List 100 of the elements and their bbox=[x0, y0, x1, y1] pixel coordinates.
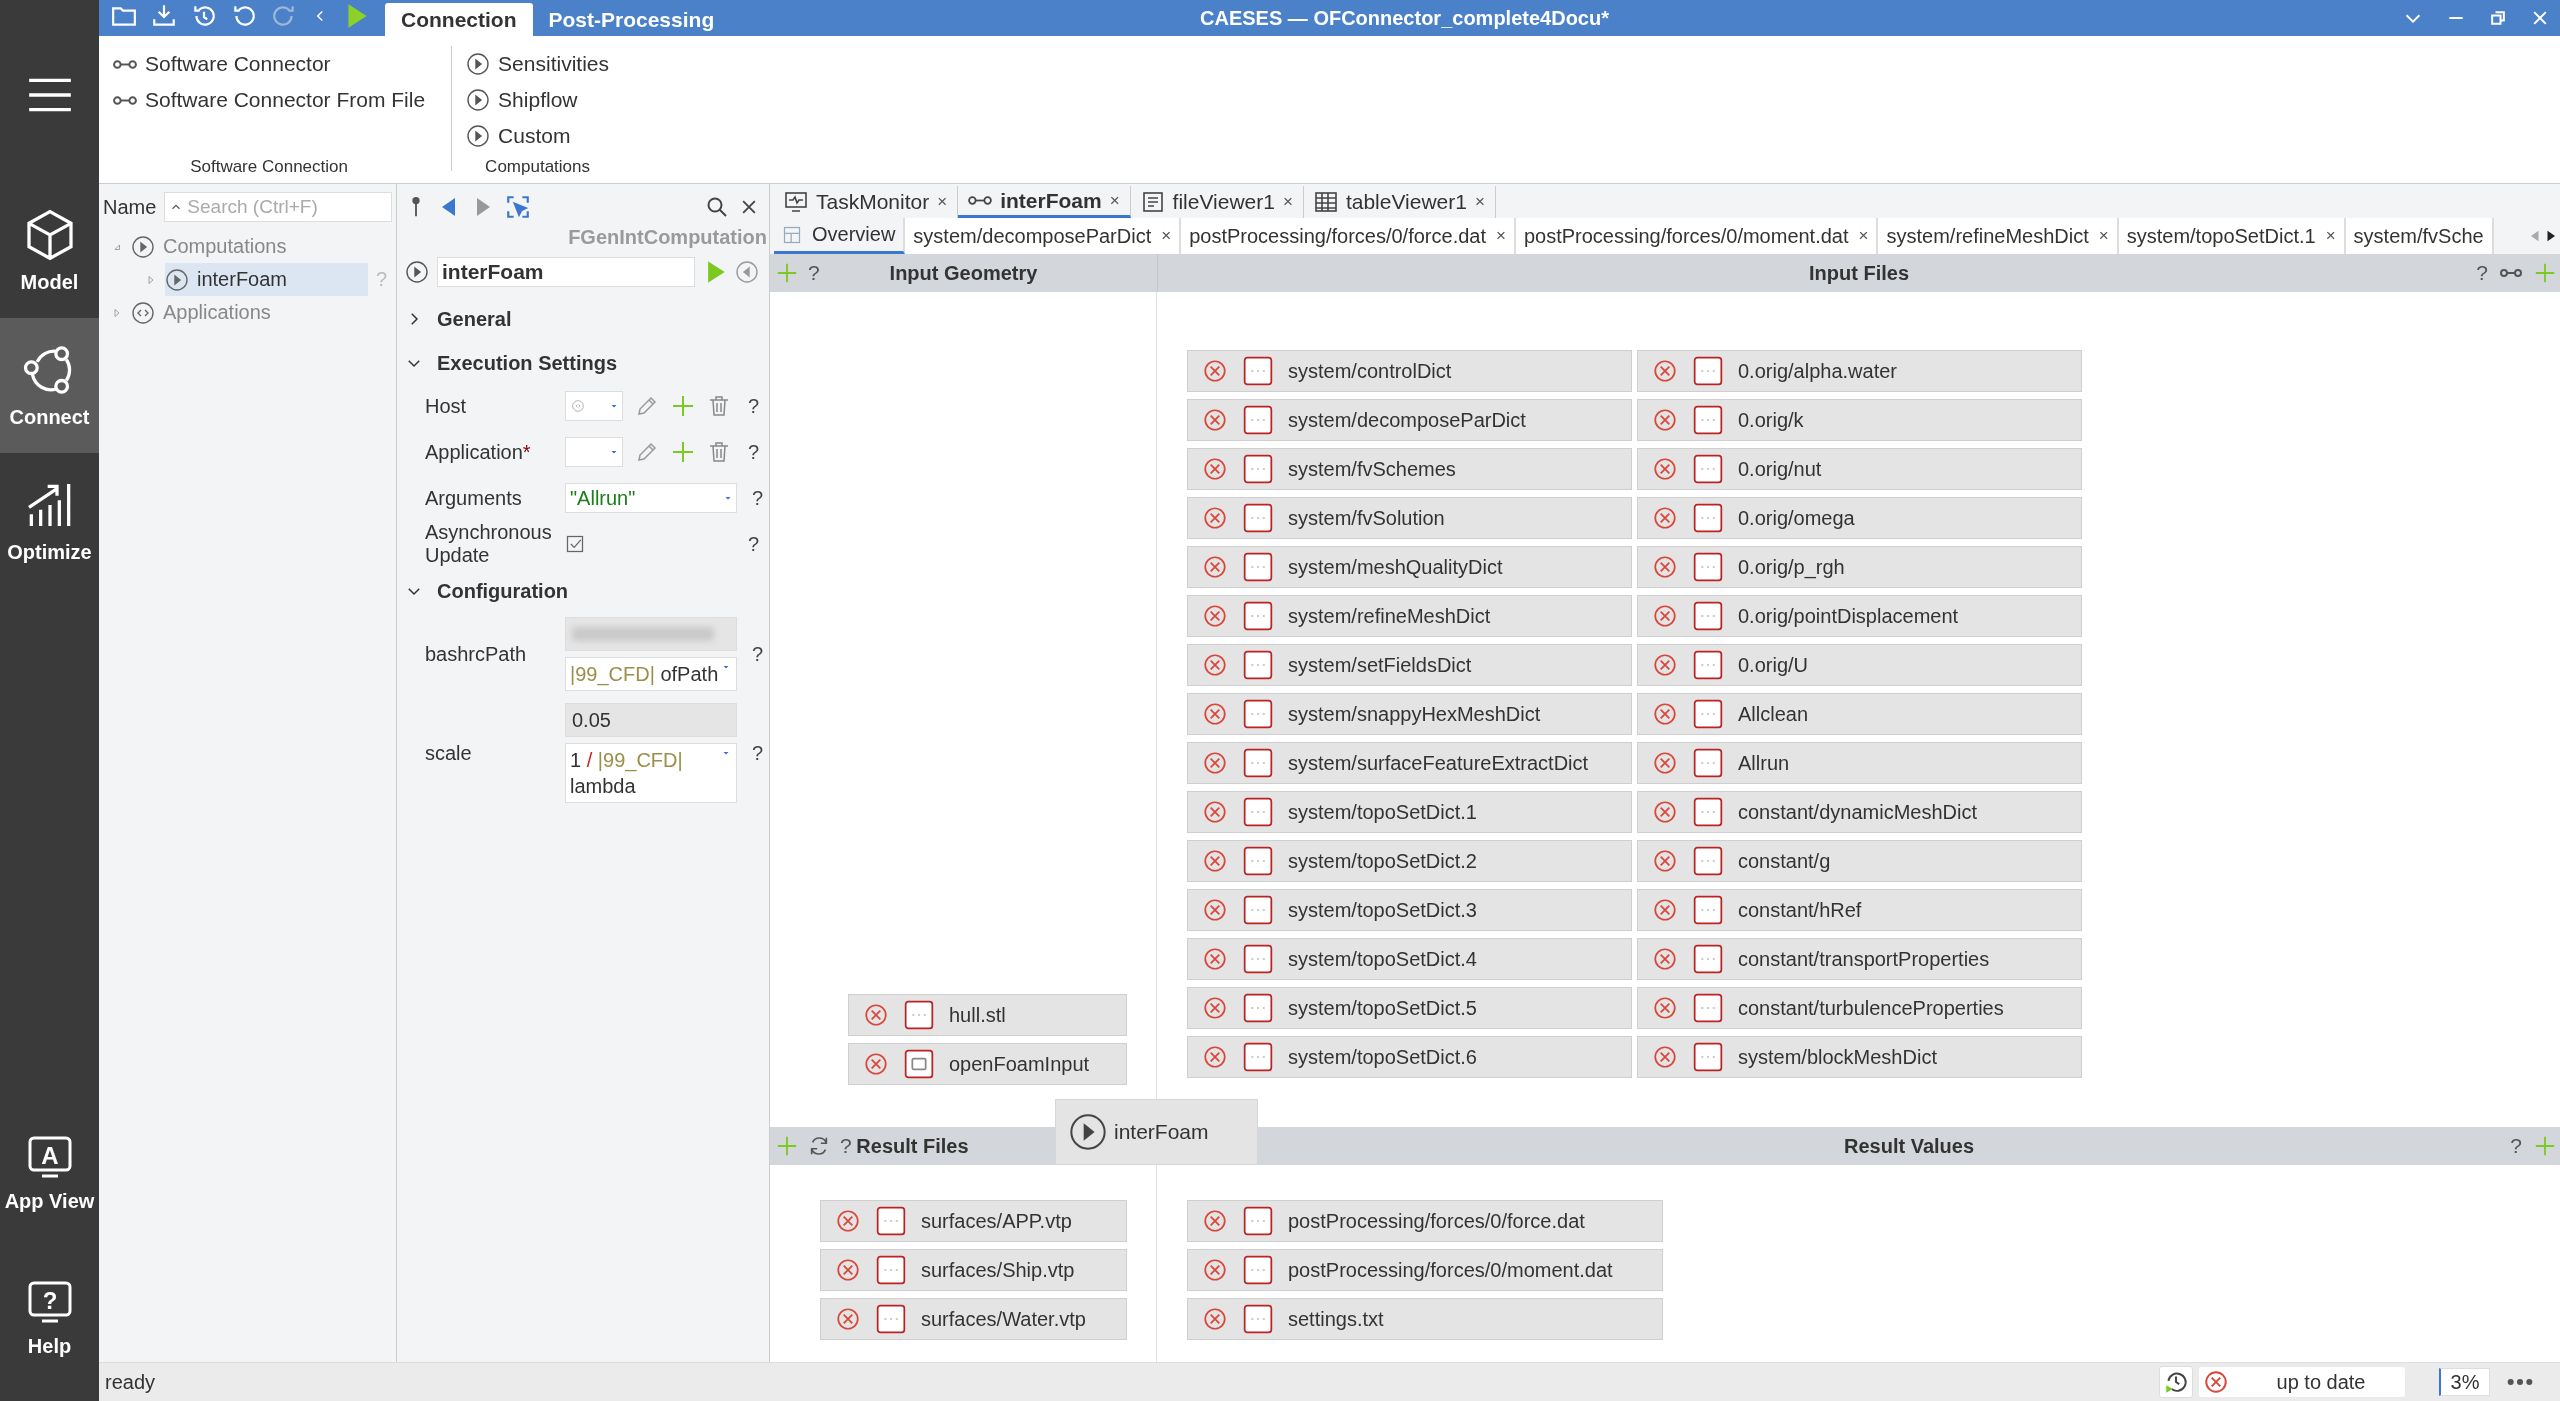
remove-icon[interactable] bbox=[1202, 1208, 1228, 1234]
result-value-item[interactable]: settings.txt bbox=[1187, 1298, 1663, 1340]
remove-icon[interactable] bbox=[1202, 1306, 1228, 1332]
refresh-icon[interactable] bbox=[808, 1135, 830, 1157]
geometry-item[interactable]: openFoamInput bbox=[848, 1043, 1127, 1085]
remove-icon[interactable] bbox=[1652, 1044, 1678, 1070]
input-file-item[interactable]: system/fvSolution bbox=[1187, 497, 1632, 539]
remove-icon[interactable] bbox=[1202, 603, 1228, 629]
remove-icon[interactable] bbox=[1202, 750, 1228, 776]
input-file-item[interactable]: system/refineMeshDict bbox=[1187, 595, 1632, 637]
input-file-item[interactable]: constant/transportProperties bbox=[1637, 938, 2082, 980]
name-field[interactable]: interFoam bbox=[437, 257, 695, 287]
input-file-item[interactable]: 0.orig/nut bbox=[1637, 448, 2082, 490]
view-tab[interactable]: system/refineMeshDict × bbox=[1878, 218, 2119, 254]
edit-icon[interactable] bbox=[635, 394, 659, 418]
delete-icon[interactable] bbox=[707, 394, 731, 418]
sidebar-item[interactable]: Model bbox=[0, 183, 99, 318]
help-mark[interactable]: ? bbox=[733, 532, 759, 556]
back-circle-icon[interactable] bbox=[735, 260, 759, 284]
view-tab[interactable]: system/topoSetDict.1 × bbox=[2118, 218, 2346, 254]
remove-icon[interactable] bbox=[1652, 799, 1678, 825]
help-mark[interactable]: ? bbox=[733, 440, 759, 464]
remove-icon[interactable] bbox=[1652, 407, 1678, 433]
help-mark[interactable]: ? bbox=[840, 1134, 852, 1158]
input-file-item[interactable]: constant/g bbox=[1637, 840, 2082, 882]
remove-icon[interactable] bbox=[1202, 456, 1228, 482]
remove-icon[interactable] bbox=[1652, 897, 1678, 923]
help-mark[interactable]: ? bbox=[733, 394, 759, 418]
close-mark[interactable]: × bbox=[1496, 226, 1506, 246]
remove-icon[interactable] bbox=[1202, 701, 1228, 727]
connector-icon[interactable] bbox=[2500, 269, 2522, 277]
add-icon[interactable] bbox=[671, 440, 695, 464]
remove-icon[interactable] bbox=[1652, 456, 1678, 482]
remove-icon[interactable] bbox=[1652, 848, 1678, 874]
add-icon[interactable] bbox=[671, 394, 695, 418]
input-file-item[interactable]: system/meshQualityDict bbox=[1187, 546, 1632, 588]
result-file-item[interactable]: surfaces/Water.vtp bbox=[820, 1298, 1127, 1340]
input-file-item[interactable]: 0.orig/pointDisplacement bbox=[1637, 595, 2082, 637]
result-file-item[interactable]: surfaces/APP.vtp bbox=[820, 1200, 1127, 1242]
view-tab[interactable]: postProcessing/forces/0/force.dat × bbox=[1181, 218, 1516, 254]
close-mark[interactable]: × bbox=[1282, 192, 1293, 212]
help-mark[interactable]: ? bbox=[737, 741, 763, 765]
help-mark[interactable]: ? bbox=[2510, 1134, 2522, 1158]
input-file-item[interactable]: constant/dynamicMeshDict bbox=[1637, 791, 2082, 833]
help-mark[interactable]: ? bbox=[808, 261, 820, 285]
tree-item[interactable]: interFoam bbox=[165, 263, 368, 296]
remove-icon[interactable] bbox=[1202, 946, 1228, 972]
remove-icon[interactable] bbox=[835, 1306, 861, 1332]
remove-icon[interactable] bbox=[1202, 897, 1228, 923]
input-file-item[interactable]: system/topoSetDict.2 bbox=[1187, 840, 1632, 882]
remove-icon[interactable] bbox=[1202, 995, 1228, 1021]
input-file-item[interactable]: system/topoSetDict.1 bbox=[1187, 791, 1632, 833]
remove-icon[interactable] bbox=[1202, 799, 1228, 825]
result-value-item[interactable]: postProcessing/forces/0/moment.dat bbox=[1187, 1249, 1663, 1291]
view-tab[interactable]: system/decomposeParDict × bbox=[905, 218, 1182, 254]
input-file-item[interactable]: system/snappyHexMeshDict bbox=[1187, 693, 1632, 735]
remove-icon[interactable] bbox=[1202, 848, 1228, 874]
ribbon-button[interactable]: Custom bbox=[466, 118, 609, 154]
remove-icon[interactable] bbox=[1652, 652, 1678, 678]
sidebar-item[interactable]: A App View bbox=[0, 1101, 99, 1246]
close-mark[interactable]: × bbox=[1109, 190, 1120, 211]
remove-icon[interactable] bbox=[835, 1257, 861, 1283]
input-file-item[interactable]: system/topoSetDict.5 bbox=[1187, 987, 1632, 1029]
close-mark[interactable]: × bbox=[1161, 226, 1172, 246]
restore-icon[interactable] bbox=[2488, 8, 2508, 28]
view-tab[interactable]: system/fvSche bbox=[2345, 218, 2494, 254]
help-mark[interactable]: ? bbox=[737, 486, 763, 510]
remove-icon[interactable] bbox=[1652, 505, 1678, 531]
computation-node[interactable]: interFoam bbox=[1055, 1099, 1258, 1165]
expression-field[interactable]: |99_CFD| ofPath bbox=[565, 657, 737, 691]
input-file-item[interactable]: system/decomposeParDict bbox=[1187, 399, 1632, 441]
ribbon-button[interactable]: Software Connector From File bbox=[113, 82, 426, 118]
checkbox[interactable] bbox=[565, 534, 585, 554]
input-file-item[interactable]: Allclean bbox=[1637, 693, 2082, 735]
remove-icon[interactable] bbox=[1652, 603, 1678, 629]
ribbon-button[interactable]: Sensitivities bbox=[466, 46, 609, 82]
close-mark[interactable]: × bbox=[937, 192, 948, 212]
section-header[interactable]: Execution Settings bbox=[405, 343, 759, 383]
input-file-item[interactable]: system/fvSchemes bbox=[1187, 448, 1632, 490]
remove-icon[interactable] bbox=[835, 1208, 861, 1234]
help-mark[interactable]: ? bbox=[737, 642, 763, 666]
select-icon[interactable] bbox=[505, 194, 531, 220]
arguments-field[interactable]: "Allrun" bbox=[565, 483, 737, 513]
input-file-item[interactable]: system/controlDict bbox=[1187, 350, 1632, 392]
section-header[interactable]: General bbox=[405, 299, 759, 339]
input-file-item[interactable]: system/setFieldsDict bbox=[1187, 644, 1632, 686]
input-file-item[interactable]: Allrun bbox=[1637, 742, 2082, 784]
remove-icon[interactable] bbox=[1202, 1257, 1228, 1283]
ribbon-button[interactable]: Shipflow bbox=[466, 82, 609, 118]
remove-icon[interactable] bbox=[1652, 946, 1678, 972]
remove-icon[interactable] bbox=[863, 1051, 889, 1077]
remove-icon[interactable] bbox=[1652, 995, 1678, 1021]
input-file-item[interactable]: system/blockMeshDict bbox=[1637, 1036, 2082, 1078]
input-file-item[interactable]: 0.orig/p_rgh bbox=[1637, 546, 2082, 588]
sidebar-item[interactable]: ? Help bbox=[0, 1246, 99, 1391]
input-file-item[interactable]: 0.orig/U bbox=[1637, 644, 2082, 686]
input-file-item[interactable]: system/topoSetDict.4 bbox=[1187, 938, 1632, 980]
view-tab[interactable]: postProcessing/forces/0/moment.dat × bbox=[1515, 218, 1879, 254]
remove-icon[interactable] bbox=[863, 1002, 889, 1028]
result-value-item[interactable]: postProcessing/forces/0/force.dat bbox=[1187, 1200, 1663, 1242]
